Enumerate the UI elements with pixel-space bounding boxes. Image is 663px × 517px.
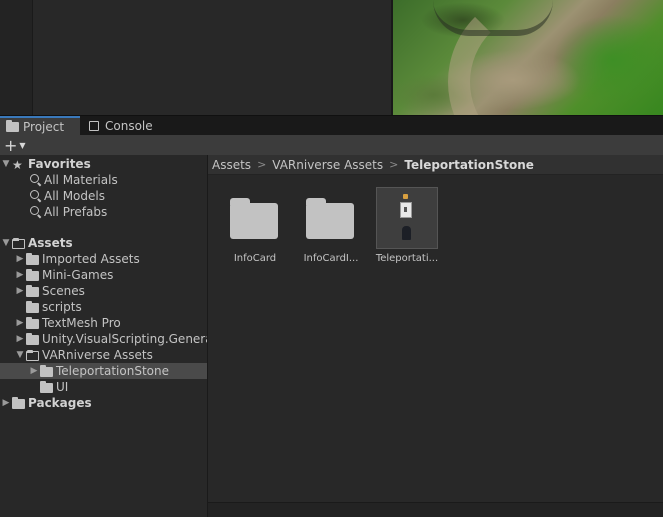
chevron-down-icon[interactable]: ▼ — [14, 350, 26, 360]
stone-top-icon — [403, 194, 408, 199]
tree-item-textmesh-pro[interactable]: ▶ TextMesh Pro — [0, 315, 207, 331]
stone-body-icon — [402, 226, 411, 240]
folder-icon — [12, 397, 26, 409]
tree-item-label: VARniverse Assets — [42, 348, 153, 362]
asset-browser: Assets > VARniverse Assets > Teleportati… — [208, 155, 663, 517]
chevron-right-icon[interactable]: ▶ — [14, 286, 26, 296]
folder-icon — [40, 381, 54, 393]
asset-label: Teleportati... — [375, 253, 439, 264]
tree-item-teleportationstone[interactable]: ▶ TeleportationStone — [0, 363, 207, 379]
panel-tab-bar: Project Console — [0, 115, 663, 136]
chevron-down-icon[interactable]: ▼ — [0, 238, 12, 248]
folder-icon — [26, 285, 40, 297]
chevron-right-icon[interactable]: ▶ — [28, 366, 40, 376]
add-button[interactable]: + ▼ — [4, 135, 34, 155]
chevron-down-icon[interactable]: ▼ — [0, 159, 12, 169]
folder-icon — [26, 301, 40, 313]
breadcrumb-teleportationstone[interactable]: TeleportationStone — [404, 158, 534, 172]
tree-item-label: Unity.VisualScripting.Genera — [42, 332, 207, 346]
tree-packages-label: Packages — [28, 396, 92, 410]
breadcrumb-varniverse-assets[interactable]: VARniverse Assets — [272, 158, 383, 172]
tree-item-visualscripting[interactable]: ▶ Unity.VisualScripting.Genera — [0, 331, 207, 347]
tree-assets[interactable]: ▼ Assets — [0, 235, 207, 251]
project-tree[interactable]: ▼ ★ Favorites All Materials All Models A… — [0, 155, 207, 517]
favorite-label: All Materials — [44, 173, 118, 187]
hierarchy-view[interactable] — [33, 0, 391, 115]
folder-open-icon — [26, 349, 40, 361]
tree-favorites-label: Favorites — [28, 157, 91, 171]
breadcrumb-assets[interactable]: Assets — [212, 158, 251, 172]
search-icon — [28, 174, 42, 186]
scene-view[interactable] — [393, 0, 663, 115]
asset-label: InfoCardI... — [303, 253, 359, 264]
folder-icon — [224, 187, 286, 249]
tree-item-label: Mini-Games — [42, 268, 114, 282]
favorite-label: All Prefabs — [44, 205, 108, 219]
tree-item-label: Imported Assets — [42, 252, 140, 266]
breadcrumb: Assets > VARniverse Assets > Teleportati… — [208, 155, 663, 175]
chevron-right-icon[interactable]: ▶ — [14, 254, 26, 264]
prefab-thumbnail — [376, 187, 438, 249]
favorite-label: All Models — [44, 189, 105, 203]
tab-project-label: Project — [23, 120, 65, 134]
folder-icon — [26, 253, 40, 265]
chevron-right-icon[interactable]: ▶ — [14, 270, 26, 280]
editor-top-area — [0, 0, 663, 115]
asset-item-infocard[interactable]: InfoCard — [223, 187, 287, 264]
tree-favorites[interactable]: ▼ ★ Favorites — [0, 156, 207, 172]
tree-item-label: scripts — [42, 300, 82, 314]
status-bar — [208, 502, 663, 517]
folder-open-icon — [12, 237, 26, 249]
tree-item-scripts[interactable]: scripts — [0, 299, 207, 315]
tree-item-scenes[interactable]: ▶ Scenes — [0, 283, 207, 299]
stone-card-icon — [400, 202, 412, 218]
tab-console-label: Console — [105, 119, 153, 133]
left-tool-strip — [0, 0, 33, 115]
tree-packages[interactable]: ▶ Packages — [0, 395, 207, 411]
favorite-all-models[interactable]: All Models — [0, 188, 207, 204]
folder-icon — [40, 365, 54, 377]
chevron-right-icon: > — [389, 158, 399, 171]
chevron-right-icon[interactable]: ▶ — [0, 398, 12, 408]
folder-icon — [26, 269, 40, 281]
folder-icon — [300, 187, 362, 249]
plus-icon: + — [4, 135, 18, 155]
tree-item-label: Scenes — [42, 284, 85, 298]
asset-item-infocardi[interactable]: InfoCardI... — [299, 187, 363, 264]
tree-item-label: TeleportationStone — [56, 364, 169, 378]
tree-item-varniverse-assets[interactable]: ▼ VARniverse Assets — [0, 347, 207, 363]
folder-icon — [26, 333, 40, 345]
tree-item-label: TextMesh Pro — [42, 316, 121, 330]
tree-item-imported-assets[interactable]: ▶ Imported Assets — [0, 251, 207, 267]
tree-item-mini-games[interactable]: ▶ Mini-Games — [0, 267, 207, 283]
tree-assets-label: Assets — [28, 236, 73, 250]
console-icon — [89, 121, 99, 131]
search-icon — [28, 190, 42, 202]
star-icon: ★ — [12, 158, 23, 172]
chevron-right-icon: > — [257, 158, 267, 171]
tree-item-label: UI — [56, 380, 69, 394]
tab-console[interactable]: Console — [83, 116, 163, 136]
asset-item-teleportationstone[interactable]: Teleportati... — [375, 187, 439, 264]
asset-label: InfoCard — [233, 253, 277, 264]
folder-icon — [26, 317, 40, 329]
tab-project[interactable]: Project — [0, 116, 80, 136]
scene-shadow — [433, 0, 553, 36]
chevron-right-icon[interactable]: ▶ — [14, 334, 26, 344]
folder-icon — [6, 120, 19, 133]
chevron-right-icon[interactable]: ▶ — [14, 318, 26, 328]
chevron-down-icon: ▼ — [19, 140, 26, 150]
project-toolbar: + ▼ — [0, 135, 663, 156]
search-icon — [28, 206, 42, 218]
favorite-all-materials[interactable]: All Materials — [0, 172, 207, 188]
favorite-all-prefabs[interactable]: All Prefabs — [0, 204, 207, 220]
tree-item-ui[interactable]: UI — [0, 379, 207, 395]
